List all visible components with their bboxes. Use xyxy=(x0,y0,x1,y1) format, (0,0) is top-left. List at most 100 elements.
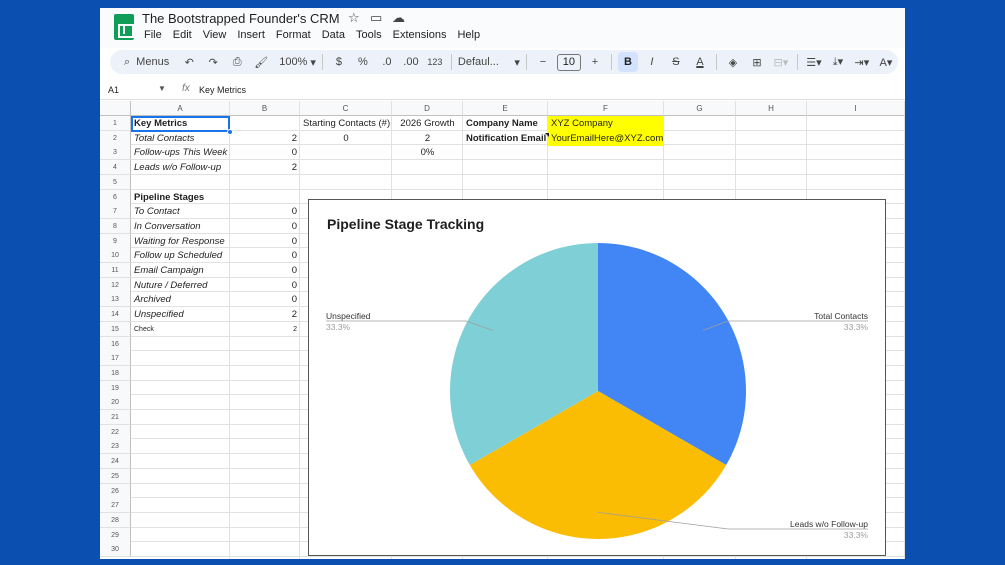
text-color-button[interactable]: A xyxy=(690,52,710,72)
cell-a13[interactable]: Archived xyxy=(131,292,230,307)
font-select[interactable]: Defaul... ▾ xyxy=(458,52,520,72)
chevron-down-icon[interactable]: ▼ xyxy=(158,84,166,93)
row-header-11[interactable]: 11 xyxy=(100,263,131,278)
row-header-17[interactable]: 17 xyxy=(100,351,131,367)
borders-icon[interactable]: ⊞ xyxy=(747,52,767,72)
star-icon[interactable]: ☆ xyxy=(348,10,360,26)
cell-c2[interactable]: 0 xyxy=(300,131,392,146)
row-header-15[interactable]: 15 xyxy=(100,321,131,337)
column-header-g[interactable]: G xyxy=(664,101,736,116)
row-header-29[interactable]: 29 xyxy=(100,527,131,543)
row-header-28[interactable]: 28 xyxy=(100,512,131,528)
vertical-align-icon[interactable]: ⤓▾ xyxy=(828,52,848,72)
menus-search[interactable]: ⌕ Menus xyxy=(116,52,177,72)
strikethrough-button[interactable]: S xyxy=(666,52,686,72)
cell-b4[interactable]: 2 xyxy=(230,160,300,175)
row-header-24[interactable]: 24 xyxy=(100,454,131,470)
cell-f2[interactable]: YourEmailHere@XYZ.com xyxy=(548,130,664,146)
redo-icon[interactable]: ↷ xyxy=(203,52,223,72)
row-header-4[interactable]: 4 xyxy=(100,160,131,176)
cell-a7[interactable]: To Contact xyxy=(131,204,230,219)
row-header-1[interactable]: 1 xyxy=(100,116,131,131)
row-header-13[interactable]: 13 xyxy=(100,292,131,308)
cell-c1[interactable]: Starting Contacts (#) xyxy=(300,116,392,131)
cell-a14[interactable]: Unspecified xyxy=(131,307,230,322)
decrease-decimal-button[interactable]: .0 xyxy=(377,52,397,72)
column-header-d[interactable]: D xyxy=(392,101,463,116)
row-header-8[interactable]: 8 xyxy=(100,218,131,234)
text-rotation-icon[interactable]: A▾ xyxy=(876,52,896,72)
row-header-22[interactable]: 22 xyxy=(100,424,131,440)
row-header-25[interactable]: 25 xyxy=(100,468,131,484)
cell-e2[interactable]: Notification Email xyxy=(463,131,548,146)
row-header-5[interactable]: 5 xyxy=(100,174,131,190)
paint-format-icon[interactable]: 🖌 xyxy=(251,52,271,72)
row-header-14[interactable]: 14 xyxy=(100,307,131,323)
undo-icon[interactable]: ↶ xyxy=(179,52,199,72)
font-size-increase-button[interactable]: + xyxy=(585,52,605,72)
sheets-logo-icon[interactable] xyxy=(114,14,134,40)
menu-format[interactable]: Format xyxy=(276,29,311,41)
fill-handle[interactable] xyxy=(227,129,233,135)
column-header-f[interactable]: F xyxy=(548,101,664,116)
column-header-a[interactable]: A xyxy=(131,101,230,116)
cell-a3[interactable]: Follow-ups This Week xyxy=(131,145,230,160)
cell-b2[interactable]: 2 xyxy=(230,131,300,146)
row-header-3[interactable]: 3 xyxy=(100,145,131,161)
cell-a6[interactable]: Pipeline Stages xyxy=(131,190,230,205)
row-header-30[interactable]: 30 xyxy=(100,542,131,558)
italic-button[interactable]: I xyxy=(642,52,662,72)
row-header-12[interactable]: 12 xyxy=(100,277,131,293)
cell-a10[interactable]: Follow up Scheduled xyxy=(131,248,230,263)
cell-d1[interactable]: 2026 Growth xyxy=(392,116,463,131)
cell-b9[interactable]: 0 xyxy=(230,234,300,249)
row-header-10[interactable]: 10 xyxy=(100,248,131,264)
cell-b11[interactable]: 0 xyxy=(230,263,300,278)
column-header-b[interactable]: B xyxy=(230,101,300,116)
number-format-button[interactable]: 123 xyxy=(425,52,445,72)
cell-e1[interactable]: Company Name xyxy=(463,116,548,131)
cell-b12[interactable]: 0 xyxy=(230,278,300,293)
menu-file[interactable]: File xyxy=(144,29,162,41)
cell-a2[interactable]: Total Contacts xyxy=(131,131,230,146)
cell-a15[interactable]: Check xyxy=(131,322,230,337)
column-header-h[interactable]: H xyxy=(736,101,807,116)
row-header-9[interactable]: 9 xyxy=(100,233,131,249)
select-all-corner[interactable] xyxy=(100,101,131,116)
increase-decimal-button[interactable]: .00 xyxy=(401,52,421,72)
row-header-18[interactable]: 18 xyxy=(100,365,131,381)
menu-insert[interactable]: Insert xyxy=(237,29,265,41)
currency-format-button[interactable]: $ xyxy=(329,52,349,72)
percent-format-button[interactable]: % xyxy=(353,52,373,72)
row-header-19[interactable]: 19 xyxy=(100,380,131,396)
formula-input[interactable]: Key Metrics xyxy=(199,85,246,95)
row-header-26[interactable]: 26 xyxy=(100,483,131,499)
font-size-input[interactable]: 10 xyxy=(556,52,581,72)
row-header-2[interactable]: 2 xyxy=(100,130,131,146)
row-header-7[interactable]: 7 xyxy=(100,204,131,220)
document-title[interactable]: The Bootstrapped Founder's CRM xyxy=(142,11,340,26)
cell-b3[interactable]: 0 xyxy=(230,145,300,160)
menu-data[interactable]: Data xyxy=(322,29,345,41)
cell-b15[interactable]: 2 xyxy=(230,322,300,337)
cell-d3[interactable]: 0% xyxy=(392,145,463,160)
cell-a8[interactable]: In Conversation xyxy=(131,219,230,234)
cell-note-indicator[interactable] xyxy=(545,133,549,137)
row-header-23[interactable]: 23 xyxy=(100,439,131,455)
cell-f1[interactable]: XYZ Company xyxy=(548,116,664,131)
column-header-e[interactable]: E xyxy=(463,101,548,116)
fill-color-icon[interactable]: ◈ xyxy=(723,52,743,72)
row-header-16[interactable]: 16 xyxy=(100,336,131,352)
column-header-c[interactable]: C xyxy=(300,101,392,116)
row-header-20[interactable]: 20 xyxy=(100,395,131,411)
menu-help[interactable]: Help xyxy=(457,29,480,41)
merge-cells-icon[interactable]: ⊟▾ xyxy=(771,52,791,72)
cell-b14[interactable]: 2 xyxy=(230,307,300,322)
cell-b13[interactable]: 0 xyxy=(230,292,300,307)
cell-a9[interactable]: Waiting for Response xyxy=(131,234,230,249)
name-box[interactable]: A1 xyxy=(108,85,119,95)
column-header-i[interactable]: I xyxy=(807,101,905,116)
cell-b8[interactable]: 0 xyxy=(230,219,300,234)
cell-a12[interactable]: Nuture / Deferred xyxy=(131,278,230,293)
bold-button[interactable]: B xyxy=(617,52,638,72)
